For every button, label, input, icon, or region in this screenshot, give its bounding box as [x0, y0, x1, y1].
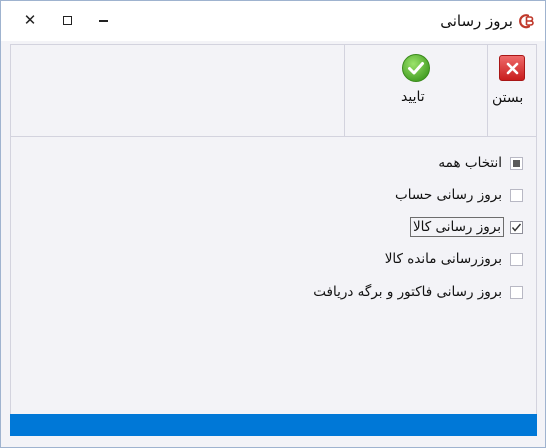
- option-update-accounts[interactable]: بروز رسانی حساب: [393, 185, 523, 205]
- toolbar-divider: [487, 45, 488, 136]
- option-label: بروز رسانی کالا: [409, 217, 504, 237]
- title-bar[interactable]: ✕ بروز رسانی: [1, 1, 545, 41]
- status-bar: [10, 414, 537, 436]
- gb-logo-icon: [519, 14, 534, 29]
- options-panel: انتخاب همه بروز رسانی حساب بروز رسانی کا…: [10, 137, 537, 414]
- option-label: بروز رسانی فاکتور و برگه دریافت: [313, 284, 502, 300]
- maximize-icon[interactable]: [56, 9, 78, 31]
- checkmark-icon: [401, 53, 431, 83]
- checkbox[interactable]: [510, 252, 523, 266]
- option-update-invoices[interactable]: بروز رسانی فاکتور و برگه دریافت: [311, 282, 523, 302]
- option-label: بروزرسانی مانده کالا: [384, 251, 502, 267]
- close-button[interactable]: بستن: [488, 45, 537, 136]
- close-button-label: بستن: [492, 90, 524, 106]
- checkmark-icon: [511, 223, 522, 232]
- option-select-all[interactable]: انتخاب همه: [436, 153, 523, 173]
- window: ✕ بروز رسانی بستن تایید انتخاب همه بروز …: [0, 0, 546, 448]
- confirm-button-label: تایید: [401, 89, 425, 105]
- window-title: بروز رسانی: [440, 12, 513, 30]
- toolbar: بستن تایید: [10, 44, 537, 137]
- checkbox[interactable]: [510, 188, 523, 202]
- checkbox-checked[interactable]: [510, 220, 523, 234]
- checkbox-indeterminate[interactable]: [510, 156, 523, 170]
- option-label: انتخاب همه: [438, 155, 502, 171]
- option-update-goods-balance[interactable]: بروزرسانی مانده کالا: [383, 249, 523, 269]
- window-title-group: بروز رسانی: [440, 10, 537, 32]
- confirm-button[interactable]: تایید: [345, 45, 487, 136]
- checkbox[interactable]: [510, 285, 523, 299]
- toolbar-divider: [344, 45, 345, 136]
- option-label: بروز رسانی حساب: [395, 187, 502, 203]
- close-icon[interactable]: ✕: [19, 9, 41, 31]
- close-x-icon: [499, 55, 525, 81]
- minimize-icon[interactable]: [92, 9, 114, 31]
- option-update-goods[interactable]: بروز رسانی کالا: [409, 217, 523, 237]
